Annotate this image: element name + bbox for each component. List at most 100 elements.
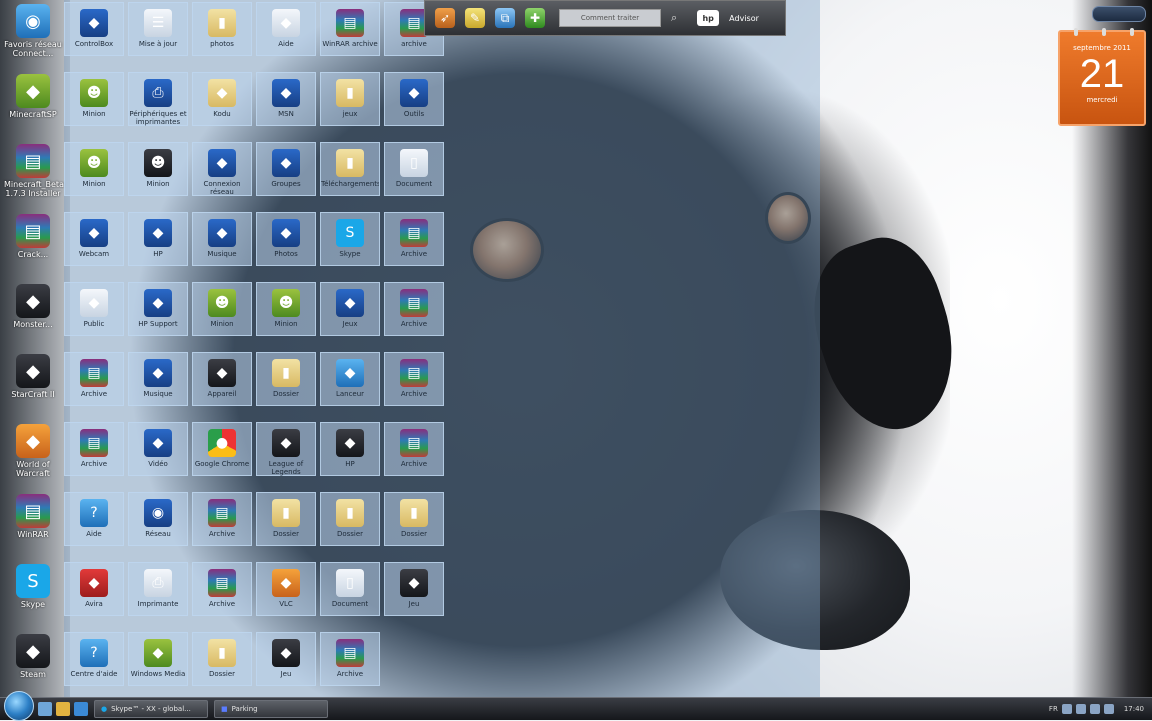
desktop-shortcut[interactable]: ▤ WinRAR archive <box>320 2 380 56</box>
show-desktop-icon[interactable] <box>38 702 52 716</box>
desktop-shortcut[interactable]: ▮ photos <box>192 2 252 56</box>
tray-icon[interactable] <box>1075 704 1086 714</box>
desktop-shortcut[interactable]: ▮ Dossier <box>384 492 444 546</box>
desktop-shortcut[interactable]: ◆ Jeu <box>384 562 444 616</box>
desktop-shortcut[interactable]: ◆ VLC <box>256 562 316 616</box>
desktop-shortcut[interactable]: ▤ Archive <box>384 422 444 476</box>
volume-icon[interactable] <box>1089 704 1100 714</box>
desktop-shortcut[interactable]: ◆ MSN <box>256 72 316 126</box>
desktop-shortcut[interactable]: ▤ Archive <box>384 352 444 406</box>
sidebar-gadget-control[interactable] <box>1092 6 1146 22</box>
desktop-shortcut[interactable]: ◆ Lanceur <box>320 352 380 406</box>
desktop-shortcut[interactable]: ◆ Webcam <box>64 212 124 266</box>
desktop-shortcut[interactable]: ◆ Photos <box>256 212 316 266</box>
desktop-shortcut[interactable]: ☻ Minion <box>192 282 252 336</box>
advisor-label[interactable]: Advisor <box>729 14 759 23</box>
desktop-shortcut[interactable]: ☻ Minion <box>128 142 188 196</box>
desktop-shortcut[interactable]: ◆ StarCraft II <box>4 354 62 399</box>
desktop-shortcut[interactable]: ◉ Réseau <box>128 492 188 546</box>
desktop-shortcut[interactable]: ◉ Favoris réseau Connect... <box>4 4 62 58</box>
network-icon[interactable]: ⧉ <box>495 8 515 28</box>
desktop-shortcut[interactable]: S Skype <box>320 212 380 266</box>
desktop-shortcut[interactable]: ⎙ Périphériques et imprimantes <box>128 72 188 126</box>
desktop-shortcut[interactable]: ▤ Minecraft_Beta 1.7.3 Installer <box>4 144 64 198</box>
notes-icon[interactable]: ✎ <box>465 8 485 28</box>
desktop-shortcut[interactable]: ◆ Groupes <box>256 142 316 196</box>
desktop-shortcut[interactable]: ◆ ControlBox <box>64 2 124 56</box>
desktop-shortcut[interactable]: ◆ Avira <box>64 562 124 616</box>
desktop-shortcut[interactable]: ▯ Document <box>384 142 444 196</box>
desktop-shortcut[interactable]: ◆ HP <box>320 422 380 476</box>
desktop-shortcut[interactable]: ◆ Windows Media <box>128 632 188 686</box>
desktop-shortcut[interactable]: ▤ Archive <box>64 352 124 406</box>
desktop-shortcut[interactable]: ▮ Dossier <box>256 352 316 406</box>
desktop-shortcut[interactable]: ◆ Jeu <box>256 632 316 686</box>
ie-icon[interactable] <box>74 702 88 716</box>
desktop-shortcut[interactable]: ▯ Document <box>320 562 380 616</box>
desktop-shortcut[interactable]: ▤ WinRAR <box>4 494 62 539</box>
desktop-shortcut[interactable]: ◆ Musique <box>128 352 188 406</box>
shortcut-label: World of Warcraft <box>16 460 50 478</box>
shortcut-label: Aide <box>86 530 102 538</box>
health-icon[interactable]: ✚ <box>525 8 545 28</box>
desktop-shortcut[interactable]: ◆ Connexion réseau <box>192 142 252 196</box>
desktop-shortcut[interactable]: ⎙ Imprimante <box>128 562 188 616</box>
desktop-shortcut[interactable]: ☻ Minion <box>256 282 316 336</box>
clock[interactable]: 17:40 <box>1124 705 1144 713</box>
app-icon: ■ <box>221 705 228 713</box>
desktop-shortcut[interactable]: ▮ Dossier <box>256 492 316 546</box>
taskbar-item-parking[interactable]: ■ Parking <box>214 700 328 718</box>
desktop-shortcut[interactable]: ◆ Jeux <box>320 282 380 336</box>
desktop-shortcut[interactable]: ? Centre d'aide <box>64 632 124 686</box>
taskbar-item-skype[interactable]: ● Skype™ - XX - global... <box>94 700 208 718</box>
network-tray-icon[interactable] <box>1103 704 1114 714</box>
desktop-shortcut[interactable]: ▮ Dossier <box>192 632 252 686</box>
desktop-shortcut[interactable]: ▤ Archive <box>384 212 444 266</box>
shortcut-label: Archive <box>80 460 108 468</box>
desktop-shortcut[interactable]: ▮ Téléchargements <box>320 142 380 196</box>
desktop-shortcut[interactable]: ▤ Archive <box>384 282 444 336</box>
desktop-shortcut[interactable]: ◆ Public <box>64 282 124 336</box>
winrar-icon: ▤ <box>16 144 50 178</box>
desktop-shortcut[interactable]: ◆ Kodu <box>192 72 252 126</box>
desktop-shortcut[interactable]: ? Aide <box>64 492 124 546</box>
desktop-shortcut[interactable]: ◆ HP <box>128 212 188 266</box>
desktop-shortcut[interactable]: ▤ Archive <box>192 492 252 546</box>
tray-icon[interactable] <box>1061 704 1072 714</box>
desktop-shortcut[interactable]: ◆ World of Warcraft <box>4 424 62 478</box>
shortcut-label: MSN <box>278 110 294 118</box>
desktop-shortcut[interactable]: ▤ Archive <box>320 632 380 686</box>
shortcut-label: Centre d'aide <box>70 670 118 678</box>
calendar-gadget[interactable]: septembre 2011 21 mercredi <box>1058 28 1146 126</box>
language-indicator[interactable]: FR <box>1049 705 1058 713</box>
desktop-shortcut[interactable]: ▮ Dossier <box>320 492 380 546</box>
desktop-shortcut[interactable]: ◆ MinecraftSP <box>4 74 62 119</box>
desktop-shortcut[interactable]: ▤ Archive <box>192 562 252 616</box>
search-input[interactable]: Comment traiter <box>559 9 661 27</box>
search-icon[interactable]: ⌕ <box>671 11 677 25</box>
desktop-shortcut[interactable]: ◆ HP Support <box>128 282 188 336</box>
desktop-shortcut[interactable]: ◆ Vidéo <box>128 422 188 476</box>
folder-icon: ▮ <box>272 359 300 387</box>
explorer-icon[interactable] <box>56 702 70 716</box>
desktop-shortcut[interactable]: ◆ League of Legends <box>256 422 316 476</box>
desktop-shortcut[interactable]: ☻ Minion <box>64 142 124 196</box>
desktop-shortcut[interactable]: ☰ Mise à jour <box>128 2 188 56</box>
desktop-shortcut[interactable]: ◆ Appareil <box>192 352 252 406</box>
winrar-icon: ▤ <box>16 494 50 528</box>
desktop-shortcut[interactable]: ▤ Archive <box>64 422 124 476</box>
desktop-shortcut[interactable]: ◆ Monster... <box>4 284 62 329</box>
folder-icon: ▮ <box>336 79 364 107</box>
start-button[interactable] <box>4 691 34 721</box>
desktop-shortcut[interactable]: ◆ Outils <box>384 72 444 126</box>
desktop-shortcut[interactable]: ● Google Chrome <box>192 422 252 476</box>
desktop-shortcut[interactable]: ◆ Musique <box>192 212 252 266</box>
desktop-shortcut[interactable]: ▮ jeux <box>320 72 380 126</box>
desktop-shortcut[interactable]: S Skype <box>4 564 62 609</box>
desktop-shortcut[interactable]: ▤ Crack... <box>4 214 62 259</box>
desktop-shortcut[interactable]: ◆ Steam <box>4 634 62 679</box>
desktop-shortcut[interactable]: ☻ Minion <box>64 72 124 126</box>
desktop-shortcut[interactable]: ◆ Aide <box>256 2 316 56</box>
hp-logo-icon[interactable]: hp <box>697 10 720 26</box>
rocket-icon[interactable]: ➶ <box>435 8 455 28</box>
